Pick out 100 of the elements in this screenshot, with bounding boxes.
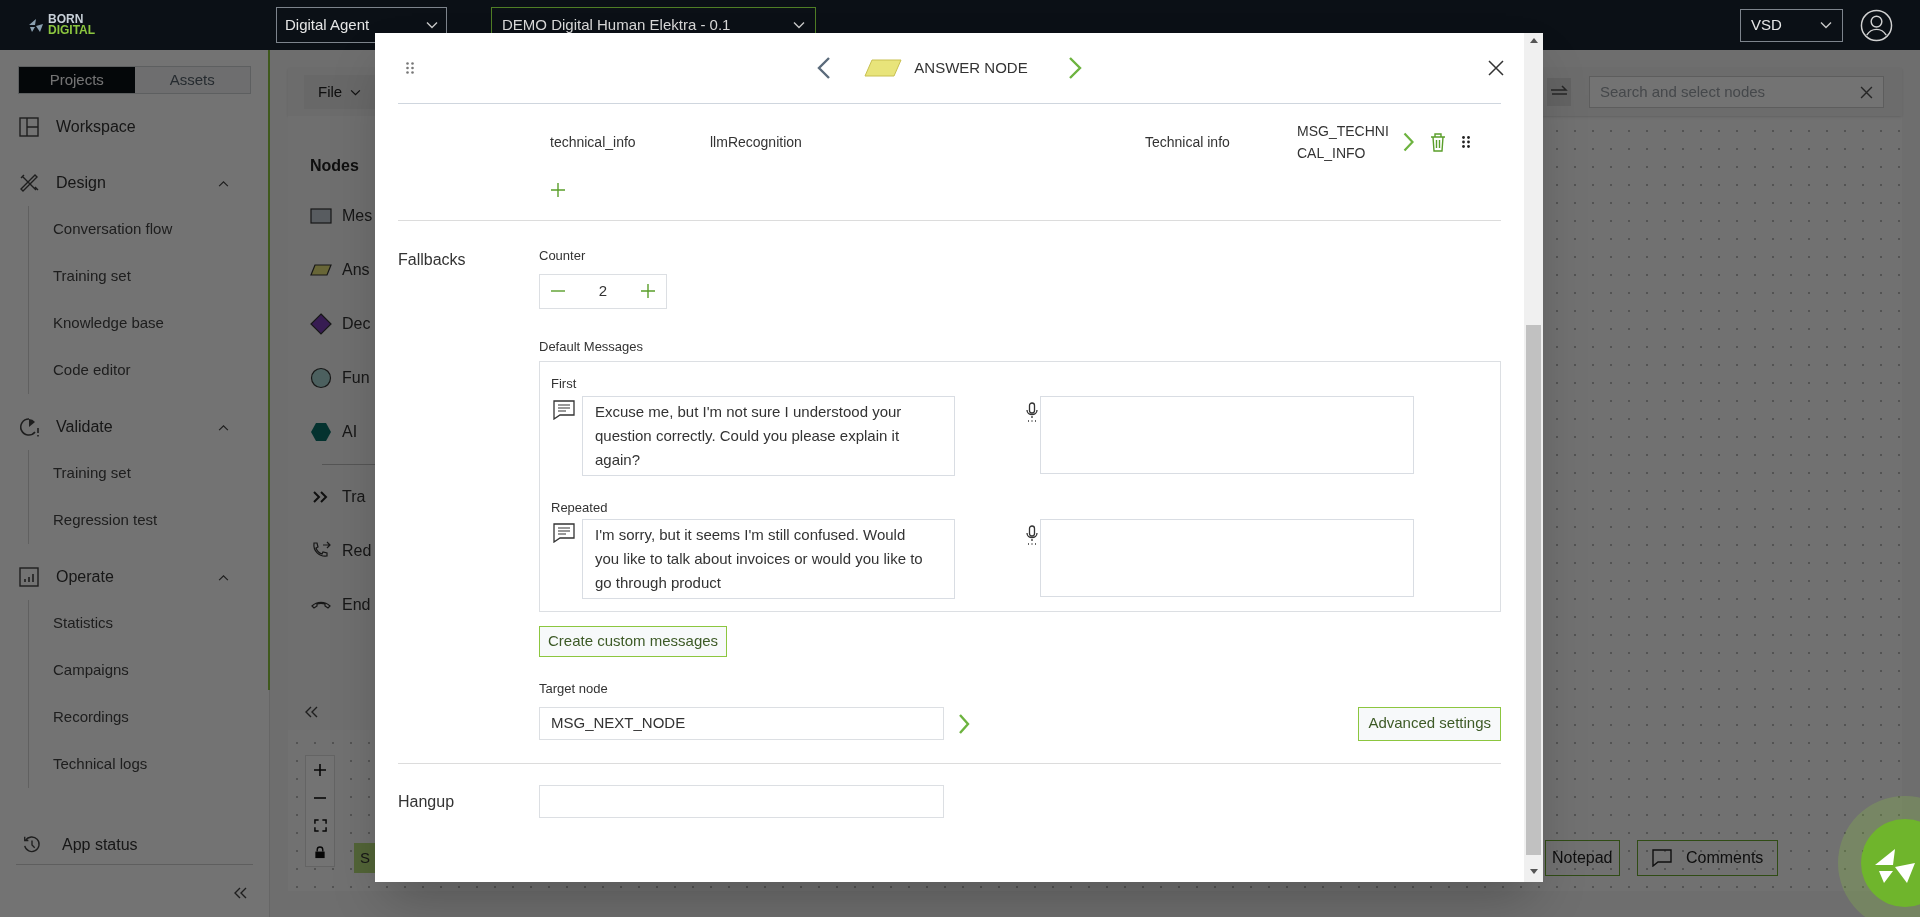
plus-icon[interactable]	[550, 182, 566, 198]
sidebar-item[interactable]: Operate	[56, 565, 114, 589]
diamond-icon	[310, 313, 332, 335]
field-label: Target node	[539, 680, 608, 698]
microphone-icon	[1026, 401, 1038, 422]
target-node-label: MSG_TECHNICAL_INFO	[1297, 122, 1390, 163]
start-button[interactable]: S	[354, 843, 375, 873]
intent-name: technical_info	[550, 132, 637, 152]
sidebar-subitem[interactable]: Training set	[53, 462, 131, 485]
sidebar-subitem[interactable]: Regression test	[53, 509, 158, 532]
sidebar-subitem[interactable]: Knowledge base	[53, 312, 164, 335]
advanced-settings-button[interactable]: Advanced settings	[1358, 706, 1501, 741]
caret-icon	[350, 88, 362, 96]
hexagon-icon	[310, 421, 332, 443]
comment-icon	[1652, 849, 1672, 867]
user-icon[interactable]	[1860, 8, 1893, 42]
chevron-icon[interactable]	[218, 573, 229, 581]
lock-icon[interactable]	[314, 846, 326, 859]
user-select[interactable]: VSD	[1740, 8, 1843, 42]
modal-title: ANSWER NODE	[914, 57, 1028, 78]
modal-scrollbar[interactable]	[1524, 33, 1543, 882]
notepad-button[interactable]: Notepad	[1545, 840, 1620, 876]
create-messages-button[interactable]: Create custom messages	[539, 626, 728, 657]
pie-alert-icon	[18, 416, 40, 438]
plus-icon[interactable]	[640, 283, 656, 299]
message-icon	[553, 399, 575, 420]
comments-button[interactable]: Comments	[1637, 840, 1779, 876]
circle-icon	[310, 367, 332, 389]
field-label: Counter	[539, 247, 586, 265]
logo-text: DIGITAL	[48, 25, 96, 36]
recognition-type: llmRecognition	[710, 132, 803, 152]
plus-icon[interactable]	[313, 763, 327, 777]
caret-icon	[1820, 21, 1832, 29]
scroll-up-icon[interactable]	[1529, 38, 1538, 43]
sidebar-tab[interactable]: Projects	[19, 67, 135, 93]
parallelogram-icon	[864, 59, 903, 77]
redo-icon[interactable]	[1547, 78, 1571, 106]
sidebar-subitem[interactable]: Technical logs	[53, 753, 148, 776]
sidebar-item[interactable]: Validate	[56, 415, 113, 439]
caret-icon	[426, 21, 438, 29]
field-label: Default Messages	[539, 337, 644, 356]
chevron-left-icon[interactable]	[817, 56, 832, 80]
panel-title: Nodes	[310, 156, 360, 176]
caret-icon	[793, 21, 805, 29]
rectangle-icon	[310, 205, 332, 227]
voice-field[interactable]	[1040, 395, 1414, 474]
bar-chart-icon	[18, 566, 40, 588]
message-icon	[553, 523, 575, 543]
message-label: Repeated	[551, 498, 609, 517]
section-title: Fallbacks	[398, 250, 467, 270]
scrollbar-thumb[interactable]	[1526, 325, 1541, 855]
hangup-icon	[311, 601, 331, 609]
drag-handle-icon[interactable]	[406, 62, 414, 74]
counter-stepper[interactable]: 2	[539, 273, 667, 309]
layout-icon	[18, 116, 40, 138]
node-type-item[interactable]: Fun	[342, 366, 370, 390]
node-type-item[interactable]: Tra	[342, 485, 366, 509]
node-type-item[interactable]: End	[342, 593, 371, 617]
trash-icon[interactable]	[1430, 132, 1446, 152]
microphone-icon	[1026, 525, 1038, 545]
chevron-right-icon[interactable]	[1403, 132, 1414, 152]
clock-icon	[22, 834, 42, 855]
node-type-item[interactable]: Red	[342, 539, 372, 563]
double-chevron-left-icon[interactable]	[304, 706, 318, 718]
message-field[interactable]: Excuse me, but I'm not sure I understood your question correctly. Could you please explain it again?	[582, 395, 955, 476]
node-type-item[interactable]: Dec	[342, 312, 371, 336]
counter-value: 2	[598, 280, 608, 301]
sidebar-subitem[interactable]: Statistics	[53, 612, 113, 635]
message-label: First	[551, 375, 578, 393]
section-title: Hangup	[398, 791, 456, 812]
logo-text: BORN	[48, 14, 84, 25]
sidebar-subitem[interactable]: Conversation flow	[53, 218, 173, 241]
scroll-down-icon[interactable]	[1529, 869, 1538, 874]
target-node-field[interactable]: MSG_NEXT_NODE	[539, 707, 944, 740]
double-chevron-left-icon[interactable]	[233, 887, 247, 899]
file-menu[interactable]: File	[304, 75, 376, 109]
node-type-item[interactable]: AI	[342, 420, 358, 444]
fullscreen-icon[interactable]	[313, 819, 327, 832]
sidebar-subitem[interactable]: Code editor	[53, 359, 131, 382]
node-type-item[interactable]: Mes	[342, 204, 373, 228]
sidebar-subitem[interactable]: Training set	[53, 265, 131, 288]
chevron-icon[interactable]	[218, 423, 229, 431]
message-field[interactable]: I'm sorry, but it seems I'm still confused. Would you like to talk about invoices or would you like to go through product	[582, 519, 955, 599]
chevron-icon[interactable]	[218, 179, 229, 187]
intent-label: Technical info	[1145, 132, 1231, 152]
close-icon[interactable]	[1488, 60, 1504, 76]
sidebar-item[interactable]: Design	[56, 171, 106, 195]
voice-field[interactable]	[1040, 519, 1414, 597]
chevron-right-icon[interactable]	[1067, 56, 1082, 80]
drag-handle-icon[interactable]	[1462, 136, 1470, 148]
sidebar-subitem[interactable]: Recordings	[53, 706, 129, 729]
hangup-field[interactable]	[539, 784, 944, 818]
node-type-item[interactable]: Ans	[342, 258, 370, 282]
sidebar-subitem[interactable]: Campaigns	[53, 659, 129, 682]
logo-icon	[28, 17, 44, 33]
sidebar-item[interactable]: App status	[62, 832, 138, 857]
pencil-ruler-icon	[18, 172, 40, 194]
sidebar-item[interactable]: Workspace	[56, 115, 136, 139]
sidebar-tab[interactable]: Assets	[134, 67, 250, 93]
chevron-right-icon[interactable]	[958, 712, 970, 735]
